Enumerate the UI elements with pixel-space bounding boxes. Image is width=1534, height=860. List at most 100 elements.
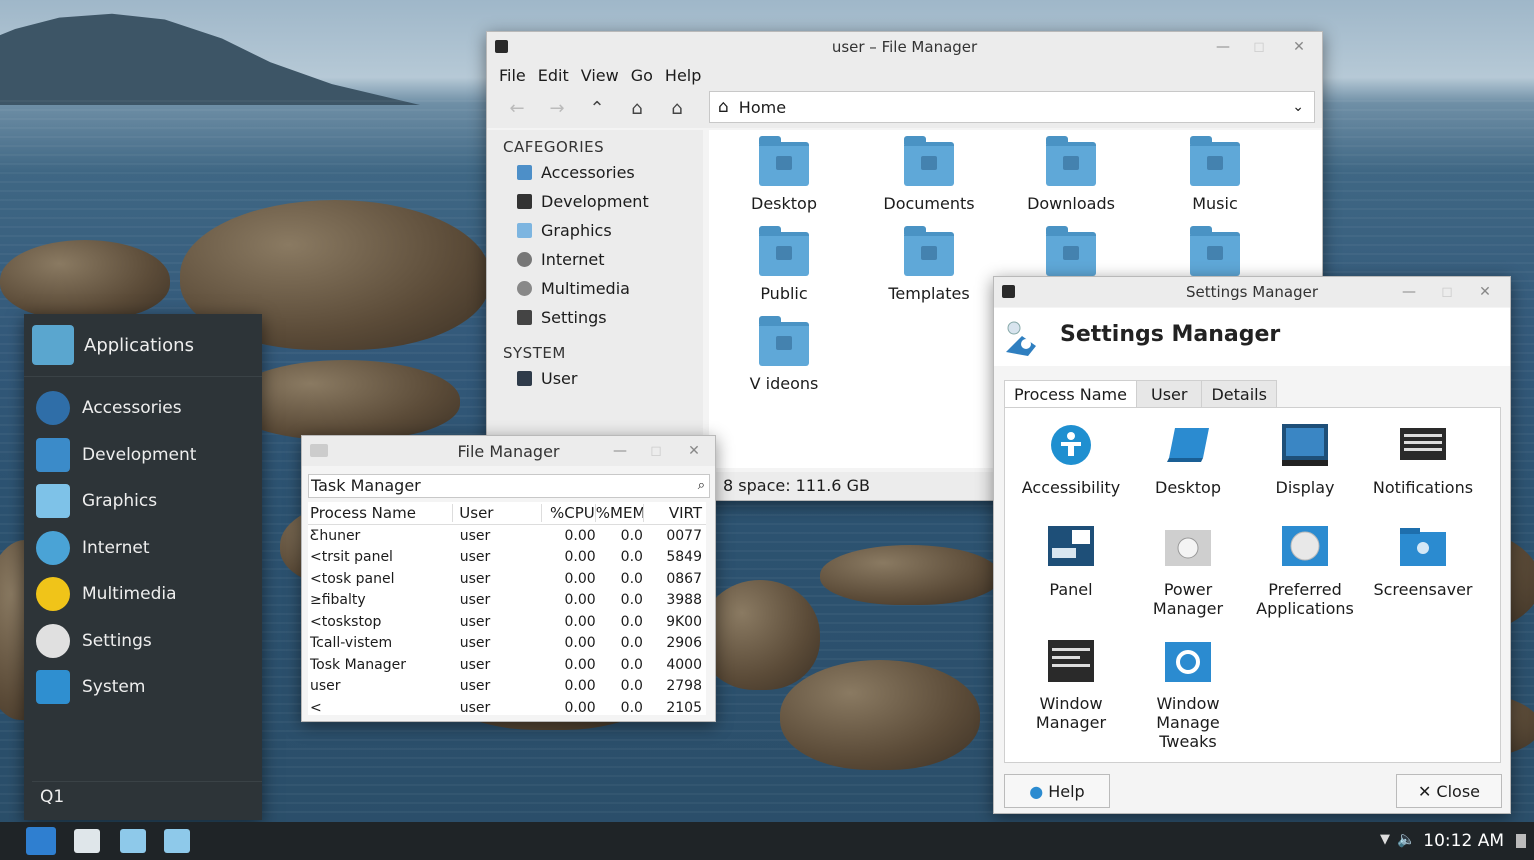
sidebar-item-settings[interactable]: Settings: [487, 303, 703, 332]
settings-item-preferred-applications[interactable]: Preferred Applications: [1245, 526, 1365, 618]
folder-icon: [1046, 226, 1096, 276]
sidebar-item-multimedia[interactable]: Multimedia: [487, 274, 703, 303]
table-row[interactable]: Tcall-vistem user 0.00 0.0 2906: [308, 633, 706, 655]
menu-header[interactable]: Applications: [24, 314, 262, 377]
tab-user[interactable]: User: [1135, 380, 1203, 408]
sidebar-item-user[interactable]: User: [487, 364, 703, 393]
menu-search-input[interactable]: Q1: [32, 781, 262, 812]
table-cell: user: [459, 527, 491, 544]
menu-item-accessories[interactable]: Accessories: [24, 385, 262, 432]
settings-manager-titlebar[interactable]: Settings Manager — ◻ ✕: [994, 277, 1510, 307]
settings-item-window-manager-tweaks[interactable]: Window Manage Tweaks: [1128, 640, 1248, 751]
file-manager-titlebar[interactable]: user – File Manager — ◻ ✕: [487, 32, 1322, 62]
folder-documents[interactable]: Documents: [864, 136, 994, 213]
back-arrow-icon[interactable]: ←: [497, 98, 537, 119]
show-desktop-icon[interactable]: [1516, 834, 1526, 848]
menu-item-multimedia[interactable]: Multimedia: [24, 571, 262, 618]
whisker-menu-icon[interactable]: [26, 827, 56, 855]
taskbar-window-button[interactable]: [164, 829, 190, 853]
power-manager-icon: [1165, 530, 1211, 566]
column-header[interactable]: User: [453, 504, 543, 522]
menu-item-settings[interactable]: Settings: [24, 618, 262, 665]
internet-icon: [36, 530, 70, 565]
table-cell: 9K00: [666, 613, 702, 630]
settings-item-desktop[interactable]: Desktop: [1128, 424, 1248, 497]
up-arrow-icon[interactable]: ⌃: [577, 98, 617, 119]
tray-chevron-icon[interactable]: ▼: [1380, 832, 1390, 847]
menu-go[interactable]: Go: [625, 66, 659, 85]
internet-icon: [517, 252, 532, 267]
menu-item-internet[interactable]: Internet: [24, 525, 262, 572]
close-dialog-button[interactable]: ✕ Close: [1396, 774, 1502, 808]
settings-item-panel[interactable]: Panel: [1011, 526, 1131, 599]
folder-public[interactable]: Public: [719, 226, 849, 303]
preferred-applications-icon: [1282, 526, 1328, 566]
folder-music[interactable]: Music: [1150, 136, 1280, 213]
menu-item-graphics[interactable]: Graphics: [24, 478, 262, 525]
folder-templates[interactable]: Templates: [864, 226, 994, 303]
menu-view[interactable]: View: [575, 66, 625, 85]
table-row[interactable]: Tosk Manager user 0.00 0.0 4000: [308, 654, 706, 676]
folder-desktop[interactable]: Desktop: [719, 136, 849, 213]
task-manager-window: File Manager — ◻ ✕ Task Manager ⌕ Proces…: [301, 435, 716, 722]
search-icon[interactable]: ⌕: [698, 475, 705, 497]
minimize-button[interactable]: —: [611, 442, 629, 460]
desktop-icon: [1167, 428, 1209, 462]
table-row[interactable]: <trsit panel user 0.00 0.0 5849: [308, 547, 706, 569]
menu-file[interactable]: File: [493, 66, 532, 85]
menu-help[interactable]: Help: [659, 66, 707, 85]
maximize-button[interactable]: ◻: [1438, 283, 1456, 301]
settings-item-display[interactable]: Display: [1245, 424, 1365, 497]
menu-item-development[interactable]: Development: [24, 432, 262, 479]
settings-item-notifications[interactable]: Notifications: [1363, 424, 1483, 497]
close-button[interactable]: ✕: [1290, 38, 1308, 56]
home-folder-icon[interactable]: ⌂: [657, 98, 697, 119]
menu-title: Applications: [84, 334, 194, 356]
sidebar-item-development[interactable]: Development: [487, 187, 703, 216]
wallpaper-rock: [700, 580, 820, 690]
column-header[interactable]: %CPU: [542, 504, 596, 522]
table-row[interactable]: < user 0.00 0.0 2105: [308, 697, 706, 715]
settings-item-accessibility[interactable]: Accessibility: [1011, 424, 1131, 497]
column-header[interactable]: VIRT: [644, 504, 706, 522]
folder-icon: [904, 136, 954, 186]
menu-edit[interactable]: Edit: [532, 66, 575, 85]
sidebar-item-internet[interactable]: Internet: [487, 245, 703, 274]
table-row[interactable]: user user 0.00 0.0 2798: [308, 676, 706, 698]
folder-downloads[interactable]: Downloads: [1006, 136, 1136, 213]
task-manager-titlebar[interactable]: File Manager — ◻ ✕: [302, 436, 715, 466]
taskbar-window-button[interactable]: [120, 829, 146, 853]
table-row[interactable]: ≥fibalty user 0.00 0.0 3988: [308, 590, 706, 612]
sidebar-item-graphics[interactable]: Graphics: [487, 216, 703, 245]
forward-arrow-icon[interactable]: →: [537, 98, 577, 119]
table-row[interactable]: <tosk panel user 0.00 0.0 0867: [308, 568, 706, 590]
location-bar[interactable]: ⌂ Home ⌄: [709, 91, 1315, 123]
sidebar-item-accessories[interactable]: Accessories: [487, 158, 703, 187]
column-header[interactable]: Process Name: [308, 504, 454, 522]
folder-videos[interactable]: V ideons: [719, 316, 849, 393]
table-row[interactable]: <toskstop user 0.00 0.0 9K00: [308, 611, 706, 633]
settings-item-screensaver[interactable]: Screensaver: [1363, 526, 1483, 599]
column-header[interactable]: %MEM: [596, 504, 644, 522]
clock[interactable]: 10:12 AM: [1423, 831, 1504, 851]
settings-item-window-manager[interactable]: Window Manager: [1011, 640, 1131, 732]
maximize-button[interactable]: ◻: [647, 442, 665, 460]
tab-process-name[interactable]: Process Name: [1004, 380, 1137, 408]
table-cell: 0.00: [564, 549, 596, 566]
minimize-button[interactable]: —: [1400, 283, 1418, 301]
chevron-down-icon[interactable]: ⌄: [1292, 99, 1304, 115]
minimize-button[interactable]: —: [1214, 38, 1232, 56]
table-row[interactable]: Ƹhuner user 0.00 0.0 0077: [308, 525, 706, 547]
close-button[interactable]: ✕: [1476, 283, 1494, 301]
close-button[interactable]: ✕: [685, 442, 703, 460]
taskbar-window-button[interactable]: [74, 829, 100, 853]
volume-icon[interactable]: 🔈: [1397, 830, 1416, 848]
settings-item-power-manager[interactable]: Power Manager: [1128, 526, 1248, 618]
search-input[interactable]: Task Manager ⌕: [308, 474, 710, 498]
home-icon[interactable]: ⌂: [617, 98, 657, 119]
tab-details[interactable]: Details: [1201, 380, 1277, 408]
help-button[interactable]: ● Help: [1004, 774, 1110, 808]
accessories-icon: [36, 391, 70, 426]
maximize-button[interactable]: ◻: [1250, 38, 1268, 56]
menu-item-system[interactable]: System: [24, 664, 262, 711]
